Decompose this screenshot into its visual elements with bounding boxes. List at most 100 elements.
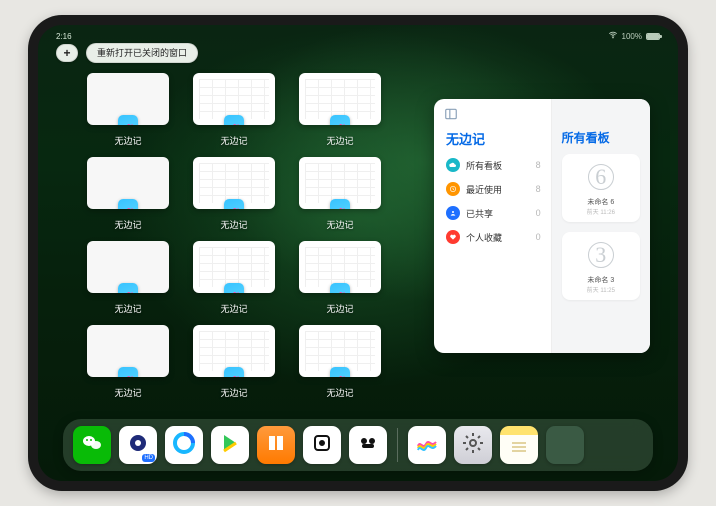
window-label: 无边记 <box>114 386 141 399</box>
board-thumbnail: 6 <box>581 160 621 194</box>
window-tile[interactable]: 无边记 <box>296 73 384 147</box>
window-thumbnail <box>193 325 275 377</box>
freeform-app-icon <box>118 283 138 293</box>
window-tile[interactable]: 无边记 <box>84 157 172 231</box>
sidebar-item-label: 已共享 <box>466 207 493 220</box>
freeform-app-icon <box>330 283 350 293</box>
preview-sidebar: 无边记 所有看板8最近使用8已共享0个人收藏0 <box>434 99 551 353</box>
sidebar-item-person[interactable]: 已共享 0 <box>446 206 541 220</box>
dock-app-wechat[interactable] <box>73 426 111 464</box>
freeform-app-icon <box>118 115 138 125</box>
top-bar: + 重新打开已关闭的窗口 <box>56 43 198 63</box>
window-label: 无边记 <box>114 134 141 147</box>
game-icon <box>356 431 380 460</box>
window-label: 无边记 <box>114 302 141 315</box>
sidebar-item-count: 8 <box>536 184 541 194</box>
window-thumbnail <box>87 241 169 293</box>
status-time: 2:16 <box>56 32 72 41</box>
preview-app-title: 无边记 <box>446 129 541 148</box>
dock-app-play[interactable] <box>211 426 249 464</box>
window-thumbnail <box>299 241 381 293</box>
freeform-app-icon <box>330 199 350 209</box>
window-label: 无边记 <box>326 302 353 315</box>
reopen-closed-window-button[interactable]: 重新打开已关闭的窗口 <box>86 43 198 63</box>
sidebar-item-label: 最近使用 <box>466 183 502 196</box>
dock-app-qqbrowser[interactable] <box>165 426 203 464</box>
window-tile[interactable]: 无边记 <box>84 325 172 399</box>
window-label: 无边记 <box>220 302 247 315</box>
window-label: 无边记 <box>326 218 353 231</box>
window-switcher-grid: 无边记无边记无边记无边记无边记无边记无边记无边记无边记无边记无边记无边记 <box>84 73 384 399</box>
clock-icon <box>446 182 460 196</box>
dock-app-books[interactable] <box>257 426 295 464</box>
qqbrowser-icon <box>172 431 196 460</box>
sidebar-item-count: 8 <box>536 160 541 170</box>
dock-app-freeform[interactable] <box>408 426 446 464</box>
window-tile[interactable]: 无边记 <box>84 241 172 315</box>
person-icon <box>446 206 460 220</box>
board-subtitle: 前天 11:25 <box>587 285 615 294</box>
window-tile[interactable]: 无边记 <box>296 241 384 315</box>
battery-icon <box>646 33 660 40</box>
window-thumbnail <box>193 73 275 125</box>
status-bar: 2:16 100% <box>38 29 678 43</box>
freeform-app-icon <box>224 367 244 377</box>
window-label: 无边记 <box>326 134 353 147</box>
sidebar-item-count: 0 <box>536 208 541 218</box>
window-tile[interactable]: 无边记 <box>296 325 384 399</box>
dock-app-game[interactable] <box>349 426 387 464</box>
window-tile[interactable]: 无边记 <box>190 325 278 399</box>
window-thumbnail <box>193 157 275 209</box>
board-title: 未命名 3 <box>587 275 614 285</box>
ipad-device: 2:16 100% + 重新打开已关闭的窗口 无边记无边记无边记无边记无边记无边… <box>28 15 688 491</box>
sidebar-item-cloud[interactable]: 所有看板 8 <box>446 158 541 172</box>
dock-app-quark[interactable]: HD <box>119 426 157 464</box>
play-icon <box>218 431 242 460</box>
settings-icon <box>461 431 485 460</box>
dock-separator <box>397 428 398 462</box>
window-thumbnail <box>299 325 381 377</box>
books-icon <box>264 431 288 460</box>
large-window-preview[interactable]: ⋯ 无边记 所有看板8最近使用8已共享0个人收藏0 所有看板 6未命名 6前天 … <box>434 99 650 353</box>
screen: 2:16 100% + 重新打开已关闭的窗口 无边记无边记无边记无边记无边记无边… <box>38 25 678 481</box>
window-tile[interactable]: 无边记 <box>84 73 172 147</box>
board-card[interactable]: 3 未命名 3前天 11:25 <box>562 232 640 300</box>
freeform-app-icon <box>118 199 138 209</box>
dock-app-settings[interactable] <box>454 426 492 464</box>
window-thumbnail <box>193 241 275 293</box>
sidebar-item-clock[interactable]: 最近使用 8 <box>446 182 541 196</box>
dice-icon <box>310 431 334 460</box>
window-tile[interactable]: 无边记 <box>190 241 278 315</box>
window-tile[interactable]: 无边记 <box>190 157 278 231</box>
freeform-app-icon <box>224 283 244 293</box>
board-card[interactable]: 6未命名 6前天 11:26 <box>562 154 640 222</box>
dock-app-notes[interactable] <box>500 426 538 464</box>
new-window-button[interactable]: + <box>56 44 78 62</box>
board-thumbnail: 3 <box>581 238 621 272</box>
window-label: 无边记 <box>220 218 247 231</box>
window-label: 无边记 <box>220 134 247 147</box>
window-label: 无边记 <box>114 218 141 231</box>
freeform-app-icon <box>224 115 244 125</box>
window-tile[interactable]: 无边记 <box>296 157 384 231</box>
preview-section-title: 所有看板 <box>562 129 640 146</box>
sidebar-toggle-icon[interactable] <box>444 107 458 121</box>
sidebar-item-heart[interactable]: 个人收藏0 <box>446 230 541 244</box>
freeform-app-icon <box>118 367 138 377</box>
dock-app-folder[interactable] <box>546 426 584 464</box>
window-thumbnail <box>87 325 169 377</box>
window-thumbnail <box>87 157 169 209</box>
sidebar-item-count: 0 <box>536 232 541 242</box>
dock-app-dice[interactable] <box>303 426 341 464</box>
notes-icon <box>507 431 531 460</box>
sidebar-item-label: 所有看板 <box>466 159 502 172</box>
wifi-icon <box>608 30 618 42</box>
dock: HD <box>63 419 653 471</box>
window-tile[interactable]: 无边记 <box>190 73 278 147</box>
board-subtitle: 前天 11:26 <box>587 207 615 216</box>
cloud-icon <box>446 158 460 172</box>
window-label: 无边记 <box>220 386 247 399</box>
freeform-app-icon <box>224 199 244 209</box>
window-label: 无边记 <box>326 386 353 399</box>
heart-icon <box>446 230 460 244</box>
